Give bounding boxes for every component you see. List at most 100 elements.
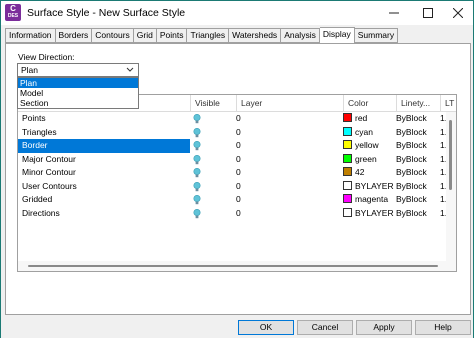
color-cell[interactable]: BYLAYER [343, 180, 398, 194]
header-visible[interactable]: Visible [190, 95, 236, 112]
lightbulb-icon [193, 141, 201, 151]
lightbulb-icon [193, 127, 201, 137]
table-row[interactable]: Minor Contour042ByBlock1.00 [18, 166, 456, 180]
lightbulb-icon [193, 181, 201, 191]
tab-summary[interactable]: Summary [354, 28, 399, 43]
dialog-footer: OK Cancel Apply Help [1, 315, 473, 338]
color-swatch [343, 167, 352, 176]
visible-toggle[interactable] [190, 166, 230, 180]
color-cell[interactable]: 42 [343, 166, 398, 180]
table-row[interactable]: Points0redByBlock1.00 [18, 112, 456, 126]
tab-display[interactable]: Display [319, 27, 355, 44]
lightbulb-icon [193, 208, 201, 218]
table-row[interactable]: Directions0BYLAYERByBlock1.00 [18, 207, 456, 221]
visible-toggle[interactable] [190, 193, 230, 207]
component-name[interactable]: User Contours [22, 180, 188, 194]
help-button[interactable]: Help [415, 320, 471, 335]
apply-button[interactable]: Apply [356, 320, 412, 335]
color-cell[interactable]: magenta [343, 193, 398, 207]
linetype-cell[interactable]: ByBlock [396, 193, 440, 207]
linetype-cell[interactable]: ByBlock [396, 126, 440, 140]
table-row[interactable]: Triangles0cyanByBlock1.00 [18, 126, 456, 140]
layer-cell[interactable]: 0 [236, 139, 336, 153]
view-direction-dropdown: Plan Model Section [17, 77, 139, 109]
option-plan[interactable]: Plan [18, 78, 138, 88]
table-row[interactable]: Major Contour0greenByBlock1.00 [18, 153, 456, 167]
layer-cell[interactable]: 0 [236, 166, 336, 180]
linetype-cell[interactable]: ByBlock [396, 207, 440, 221]
component-name[interactable]: Gridded [22, 193, 188, 207]
tab-triangles[interactable]: Triangles [187, 28, 230, 43]
linetype-cell[interactable]: ByBlock [396, 166, 440, 180]
title-bar: C DES Surface Style - New Surface Style [1, 1, 473, 25]
tab-borders[interactable]: Borders [55, 28, 93, 43]
color-name: BYLAYER [355, 207, 394, 218]
horizontal-scrollbar[interactable] [18, 261, 456, 271]
ok-button[interactable]: OK [238, 320, 294, 335]
layer-cell[interactable]: 0 [236, 207, 336, 221]
window-title: Surface Style - New Surface Style [27, 7, 186, 19]
visible-toggle[interactable] [190, 139, 230, 153]
linetype-cell[interactable]: ByBlock [396, 139, 440, 153]
visible-toggle[interactable] [190, 207, 230, 221]
header-layer[interactable]: Layer [236, 95, 343, 112]
color-cell[interactable]: cyan [343, 126, 398, 140]
layer-cell[interactable]: 0 [236, 193, 336, 207]
app-icon-letter: C [10, 4, 16, 13]
maximize-button[interactable] [413, 1, 443, 25]
layer-cell[interactable]: 0 [236, 126, 336, 140]
color-cell[interactable]: yellow [343, 139, 398, 153]
layer-cell[interactable]: 0 [236, 180, 336, 194]
option-model[interactable]: Model [18, 88, 138, 98]
tab-watersheds[interactable]: Watersheds [229, 28, 282, 43]
visible-toggle[interactable] [190, 112, 230, 126]
tab-information[interactable]: Information [5, 28, 56, 43]
table-row[interactable]: Gridded0magentaByBlock1.00 [18, 193, 456, 207]
tab-points[interactable]: Points [156, 28, 188, 43]
linetype-cell[interactable]: ByBlock [396, 112, 440, 126]
visible-toggle[interactable] [190, 126, 230, 140]
color-name: BYLAYER [355, 180, 394, 191]
lightbulb-icon [193, 168, 201, 178]
color-swatch [343, 140, 352, 149]
vertical-scrollbar[interactable] [446, 112, 456, 271]
horizontal-scroll-thumb[interactable] [28, 265, 438, 267]
view-direction-select[interactable]: Plan [17, 63, 139, 77]
visible-toggle[interactable] [190, 153, 230, 167]
layer-cell[interactable]: 0 [236, 153, 336, 167]
tab-analysis[interactable]: Analysis [281, 28, 320, 43]
lightbulb-icon [193, 154, 201, 164]
component-name[interactable]: Major Contour [22, 153, 188, 167]
linetype-cell[interactable]: ByBlock [396, 153, 440, 167]
component-name[interactable]: Border [18, 139, 190, 153]
component-name[interactable]: Triangles [22, 126, 188, 140]
view-direction-label: View Direction: [18, 52, 75, 62]
color-cell[interactable]: red [343, 112, 398, 126]
header-linetype[interactable]: Linety... [396, 95, 440, 112]
layer-cell[interactable]: 0 [236, 112, 336, 126]
minimize-button[interactable] [379, 1, 409, 25]
color-cell[interactable]: BYLAYER [343, 207, 398, 221]
color-swatch [343, 126, 352, 136]
color-swatch [343, 153, 352, 163]
cancel-button[interactable]: Cancel [297, 320, 353, 335]
visible-toggle[interactable] [190, 180, 230, 194]
tab-contours[interactable]: Contours [92, 28, 134, 43]
color-swatch [343, 180, 352, 190]
linetype-cell[interactable]: ByBlock [396, 180, 440, 194]
app-icon-sub: DES [7, 13, 19, 19]
component-name[interactable]: Directions [22, 207, 188, 221]
tab-grid[interactable]: Grid [133, 28, 157, 43]
table-row[interactable]: Border0yellowByBlock1.00 [18, 139, 456, 153]
close-button[interactable] [443, 1, 473, 25]
header-ltscale[interactable]: LT [440, 95, 456, 112]
vertical-scroll-thumb[interactable] [449, 120, 452, 190]
chevron-down-icon [126, 67, 134, 72]
table-row[interactable]: User Contours0BYLAYERByBlock1.00 [18, 180, 456, 194]
component-name[interactable]: Minor Contour [22, 166, 188, 180]
color-cell[interactable]: green [343, 153, 398, 167]
header-color[interactable]: Color [343, 95, 396, 112]
component-name[interactable]: Points [22, 112, 188, 126]
option-section[interactable]: Section [18, 98, 138, 108]
view-direction-value: Plan [21, 65, 39, 75]
